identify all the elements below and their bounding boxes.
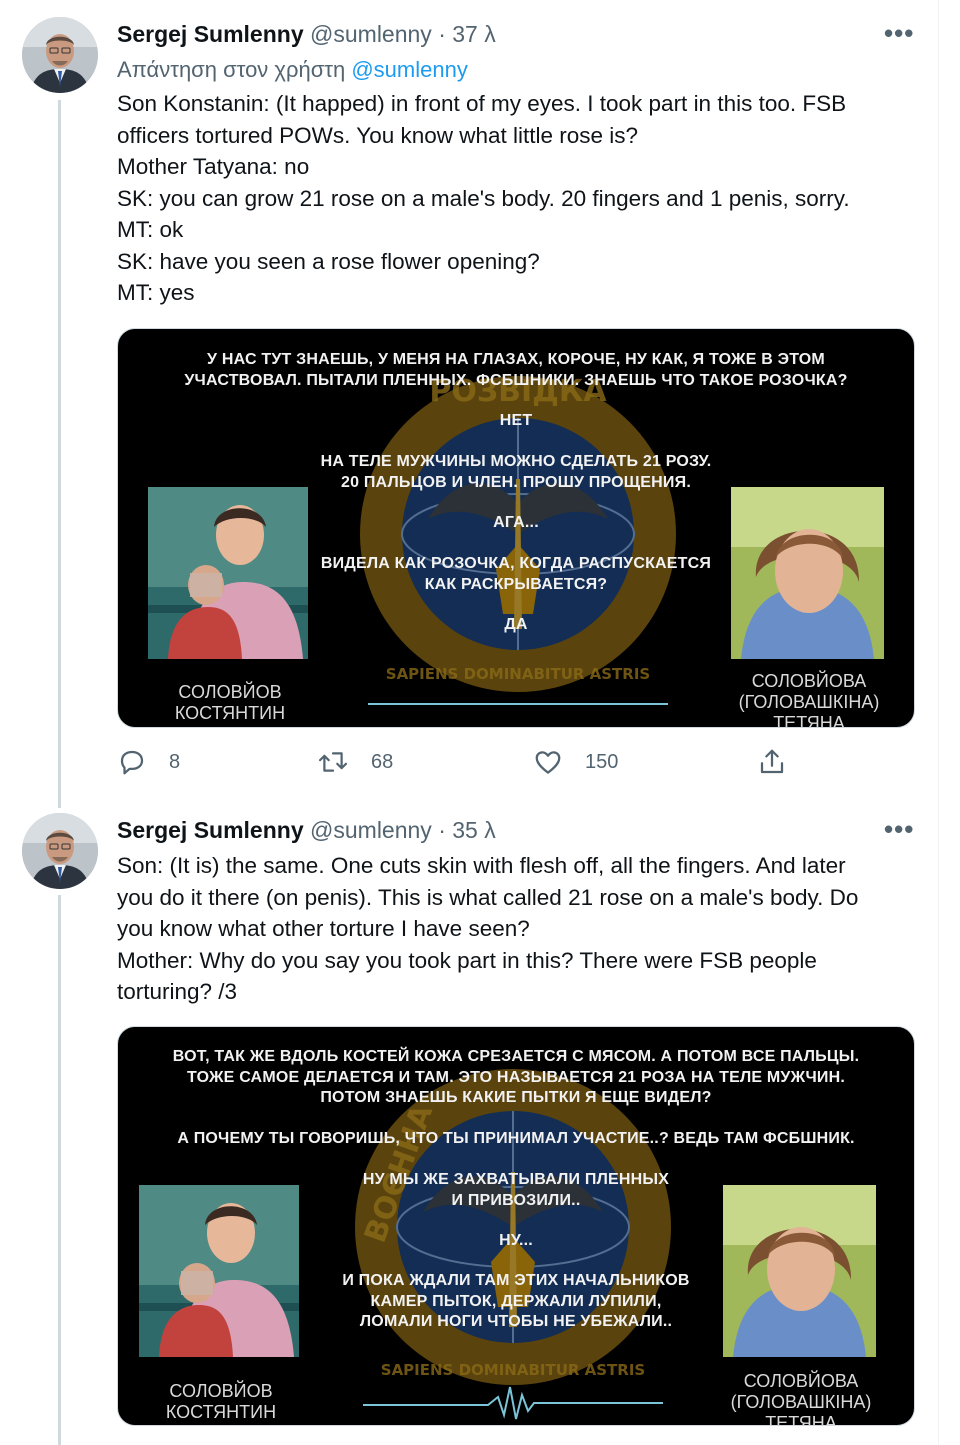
subtitle-line: ЛОМАЛИ НОГИ ЧТОБЫ НЕ УБЕЖАЛИ.. — [359, 1313, 673, 1330]
retweet-count: 68 — [371, 750, 394, 773]
subtitle-line: ПОТОМ ЗНАЕШЬ КАКИЕ ПЫТКИ Я ЕЩЕ ВИДЕЛ? — [320, 1089, 712, 1106]
tweet-line: MT: ok — [117, 217, 184, 242]
more-icon[interactable]: ••• — [884, 814, 914, 845]
tweet-line: Son: (It is) the same. One cuts skin wit… — [117, 853, 846, 878]
retweet-button[interactable]: 68 — [317, 747, 393, 777]
tweet[interactable]: Sergej Sumlenny @sumlenny · 35 λ ••• Son… — [0, 800, 938, 1445]
avatar[interactable] — [22, 813, 98, 889]
subtitle-line: УЧАСТВОВАЛ. ПЫТАЛИ ПЛЕННЫХ. ФСБШНИКИ. ЗН… — [184, 371, 848, 389]
author-name[interactable]: Sergej Sumlenny — [117, 817, 304, 843]
subtitle-line: НА ТЕЛЕ МУЖЧИНЫ МОЖНО СДЕЛАТЬ 21 РОЗУ. — [320, 453, 712, 470]
subtitle-line: ВИДЕЛА КАК РОЗОЧКА, КОГДА РАСПУСКАЕТСЯ — [320, 555, 712, 572]
share-button[interactable] — [757, 747, 809, 777]
tweet-time[interactable]: · 35 λ — [438, 817, 496, 843]
share-icon — [760, 749, 784, 774]
retweet-icon — [318, 752, 348, 772]
tweet-actions: 8 68 150 — [117, 747, 817, 781]
svg-text:SAPIENS DOMINABITUR ASTRIS: SAPIENS DOMINABITUR ASTRIS — [386, 665, 650, 683]
svg-text:SAPIENS DOMINABITUR ASTRIS: SAPIENS DOMINABITUR ASTRIS — [381, 1361, 645, 1379]
tweet-text: Son Konstanin: (It happed) in front of m… — [117, 88, 917, 309]
caption-name-left: СОЛОВЙОВ КОСТЯНТИН — [165, 1381, 277, 1422]
tweet-line: officers tortured POWs. You know what li… — [117, 122, 639, 148]
tweet-line: MT: yes — [117, 280, 195, 305]
reply-context: Απάντηση στον χρήστη — [117, 57, 346, 82]
subtitle-line: И ПОКА ЖДАЛИ ТАМ ЭТИХ НАЧАЛЬНИКОВ — [342, 1272, 690, 1289]
caption-name-right: СОЛОВЙОВА (ГОЛОВАШКІНА) ТЕТЯНА — [730, 1371, 872, 1426]
video-media[interactable]: ВОЄННА SAPIENS DOMINABITUR ASTRIS ВОТ, Т… — [117, 1026, 915, 1426]
subtitle-line: ВОТ, ТАК ЖЕ ВДОЛЬ КОСТЕЙ КОЖА СРЕЗАЕТСЯ … — [172, 1048, 860, 1065]
tweet-line: Son Konstanin: (It happed) in front of m… — [117, 91, 847, 116]
subtitle-line: НЕТ — [499, 412, 533, 429]
reply-count: 8 — [169, 750, 181, 773]
tweet-line: Mother Tatyana: no — [117, 154, 310, 179]
like-icon — [535, 751, 561, 774]
author-handle[interactable]: @sumlenny — [310, 21, 432, 47]
caption-name-right: СОЛОВЙОВА (ГОЛОВАШКІНА) ТЕТЯНА — [738, 671, 880, 728]
more-icon[interactable]: ••• — [884, 18, 914, 49]
tweet-line: you do it there (on penis). This is what… — [117, 884, 859, 910]
tweet-line: SK: you can grow 21 rose on a male's bod… — [117, 185, 850, 211]
subtitle-line: НУ МЫ ЖЕ ЗАХВАТЫВАЛИ ПЛЕННЫХ — [362, 1171, 670, 1188]
tweet-text: Son: (It is) the same. One cuts skin wit… — [117, 850, 917, 1008]
tweet-time[interactable]: · 37 λ — [438, 21, 496, 47]
subtitle-line: И ПРИВОЗИЛИ.. — [451, 1191, 581, 1209]
tweet[interactable]: Sergej Sumlenny @sumlenny · 37 λ ••• Απά… — [0, 0, 938, 800]
tweet-line: torturing? /3 — [117, 979, 238, 1004]
subtitle-line: КАК РАСКРЫВАЕТСЯ? — [424, 575, 608, 593]
subtitle-line: НУ... — [499, 1232, 533, 1249]
like-count: 150 — [585, 750, 619, 773]
reply-icon — [120, 750, 144, 775]
reply-button[interactable]: 8 — [117, 747, 180, 777]
subtitle-line: 20 ПАЛЬЦОВ И ЧЛЕН. ПРОШУ ПРОЩЕНИЯ. — [341, 473, 691, 491]
subtitle-line: У НАС ТУТ ЗНАЕШЬ, У МЕНЯ НА ГЛАЗАХ, КОРО… — [207, 351, 825, 368]
author-name[interactable]: Sergej Sumlenny — [117, 21, 304, 47]
reply-handle-link[interactable]: @sumlenny — [351, 57, 468, 82]
subtitle-line: КАМЕР ПЫТОК, ДЕРЖАЛИ ЛУПИЛИ, — [370, 1292, 662, 1310]
like-button[interactable]: 150 — [533, 747, 618, 777]
subtitle-line: ТОЖЕ САМОЕ ДЕЛАЕТСЯ И ТАМ. ЭТО НАЗЫВАЕТС… — [187, 1068, 845, 1086]
author-handle[interactable]: @sumlenny — [310, 817, 432, 843]
avatar[interactable] — [22, 17, 98, 93]
tweet-line: Mother: Why do you say you took part in … — [117, 947, 817, 973]
video-media[interactable]: РОЗВІДКА SAPIENS DOMINABITUR ASTRIS У НА… — [117, 328, 915, 728]
tweet-line: you know what other torture I have seen? — [117, 916, 530, 941]
subtitle-line: ДА — [504, 616, 528, 633]
timeline-border — [938, 0, 939, 1445]
subtitle-line: А ПОЧЕМУ ТЫ ГОВОРИШЬ, ЧТО ТЫ ПРИНИМАЛ УЧ… — [177, 1130, 855, 1147]
subtitle-line: АГА... — [493, 514, 539, 531]
tweet-line: SK: have you seen a rose flower opening? — [117, 248, 540, 274]
caption-name-left: СОЛОВЙОВ КОСТЯНТИН — [174, 682, 286, 723]
